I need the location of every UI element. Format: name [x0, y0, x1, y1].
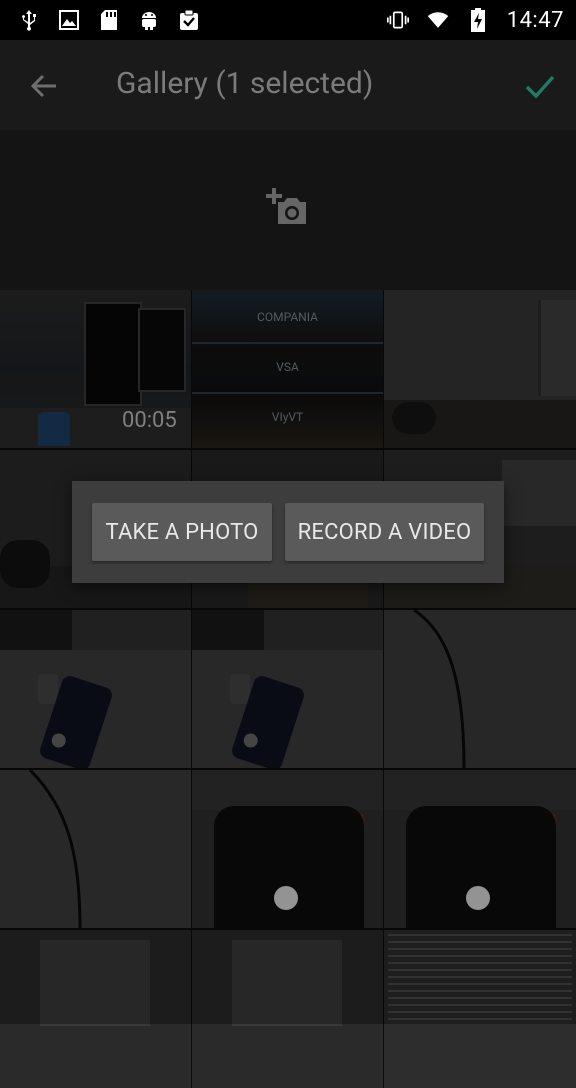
status-bar: 14:47: [0, 0, 576, 40]
add-photo-icon: [266, 188, 310, 228]
android-icon: [138, 9, 160, 31]
image-icon: [58, 9, 80, 31]
capture-choice-dialog: TAKE A PHOTO RECORD A VIDEO: [72, 481, 504, 583]
check-icon[interactable]: [522, 68, 558, 104]
system-icons: 14:47: [386, 7, 564, 33]
vibrate-icon: [386, 9, 409, 31]
notification-icons: [18, 9, 200, 31]
sd-card-icon: [98, 9, 120, 31]
wifi-icon: [427, 9, 449, 31]
clipboard-check-icon: [178, 9, 200, 31]
page-title: Gallery (1 selected): [116, 66, 374, 101]
dialog-scrim[interactable]: [0, 290, 576, 1024]
add-photo-tile[interactable]: [0, 130, 576, 290]
record-video-button[interactable]: RECORD A VIDEO: [285, 503, 484, 561]
usb-icon: [18, 9, 40, 31]
arrow-back-icon[interactable]: [28, 70, 60, 102]
battery-charging-icon: [467, 8, 489, 32]
clock: 14:47: [506, 7, 564, 33]
take-photo-button[interactable]: TAKE A PHOTO: [92, 503, 272, 561]
app-bar: Gallery (1 selected): [0, 40, 576, 130]
